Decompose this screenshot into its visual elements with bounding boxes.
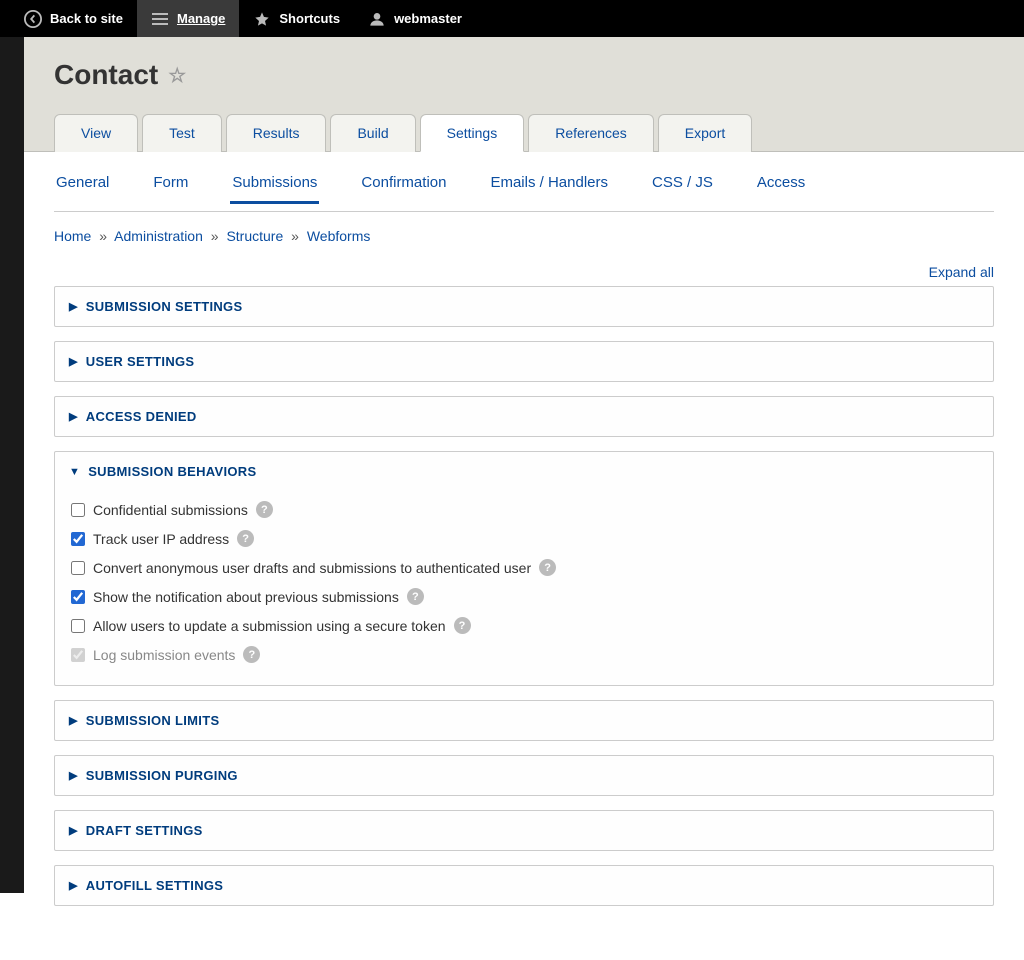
subtab-form[interactable]: Form [151, 168, 190, 203]
caret-right-icon: ▶ [69, 824, 78, 837]
caret-right-icon: ▶ [69, 300, 78, 313]
panel-user-settings: ▶ User Settings [54, 341, 994, 382]
summary-submission-behaviors[interactable]: ▼ Submission Behaviors [55, 452, 993, 491]
shortcuts-link[interactable]: Shortcuts [239, 0, 354, 37]
manage-label: Manage [177, 11, 225, 26]
admin-toolbar: Back to site Manage Shortcuts webmaster [0, 0, 1024, 37]
expand-all-link[interactable]: Expand all [929, 264, 994, 280]
checkbox-confidential-submissions[interactable] [71, 503, 85, 517]
subtab-css-js[interactable]: CSS / JS [650, 168, 715, 203]
help-icon[interactable]: ? [243, 646, 260, 663]
help-icon[interactable]: ? [539, 559, 556, 576]
panel-submission-behaviors: ▼ Submission Behaviors Confidential subm… [54, 451, 994, 686]
subtab-submissions[interactable]: Submissions [230, 168, 319, 204]
summary-submission-settings[interactable]: ▶ Submission Settings [55, 287, 993, 326]
label-show-notification: Show the notification about previous sub… [93, 589, 399, 605]
panel-submission-settings: ▶ Submission Settings [54, 286, 994, 327]
back-to-site-link[interactable]: Back to site [10, 0, 137, 37]
tab-export[interactable]: Export [658, 114, 752, 152]
checkbox-log-events [71, 648, 85, 662]
checkbox-convert-anon[interactable] [71, 561, 85, 575]
caret-right-icon: ▶ [69, 355, 78, 368]
subtab-access[interactable]: Access [755, 168, 807, 203]
page-title-text: Contact [54, 59, 158, 91]
breadcrumb-structure[interactable]: Structure [226, 228, 283, 244]
summary-submission-limits[interactable]: ▶ Submission Limits [55, 701, 993, 740]
user-link[interactable]: webmaster [354, 0, 476, 37]
user-label: webmaster [394, 11, 462, 26]
breadcrumb-sep: » [99, 228, 107, 244]
back-arrow-icon [24, 10, 42, 28]
back-to-site-label: Back to site [50, 11, 123, 26]
panel-submission-purging: ▶ Submission Purging [54, 755, 994, 796]
secondary-tabs: General Form Submissions Confirmation Em… [54, 152, 994, 212]
breadcrumb-sep: » [211, 228, 219, 244]
caret-down-icon: ▼ [69, 466, 80, 478]
row-show-notification: Show the notification about previous sub… [71, 582, 977, 611]
subtab-general[interactable]: General [54, 168, 111, 203]
page-header: Contact ☆ View Test Results Build Settin… [24, 37, 1024, 151]
label-log-events: Log submission events [93, 647, 235, 663]
row-track-ip: Track user IP address ? [71, 524, 977, 553]
row-convert-anon: Convert anonymous user drafts and submis… [71, 553, 977, 582]
submission-behaviors-body: Confidential submissions ? Track user IP… [55, 491, 993, 685]
row-log-events: Log submission events ? [71, 640, 977, 669]
panel-autofill-settings: ▶ Autofill Settings [54, 865, 994, 906]
label-allow-token: Allow users to update a submission using… [93, 618, 446, 634]
expand-all-wrap: Expand all [54, 254, 994, 286]
tab-build[interactable]: Build [330, 114, 415, 152]
row-confidential-submissions: Confidential submissions ? [71, 495, 977, 524]
content-region: General Form Submissions Confirmation Em… [24, 151, 1024, 960]
summary-autofill-settings[interactable]: ▶ Autofill Settings [55, 866, 993, 905]
left-gutter [0, 37, 24, 893]
primary-tabs: View Test Results Build Settings Referen… [54, 113, 994, 151]
help-icon[interactable]: ? [237, 530, 254, 547]
subtab-confirmation[interactable]: Confirmation [359, 168, 448, 203]
hamburger-icon [151, 10, 169, 28]
subtab-emails-handlers[interactable]: Emails / Handlers [488, 168, 610, 203]
label-convert-anon: Convert anonymous user drafts and submis… [93, 560, 531, 576]
summary-user-settings[interactable]: ▶ User Settings [55, 342, 993, 381]
caret-right-icon: ▶ [69, 769, 78, 782]
user-icon [368, 10, 386, 28]
summary-submission-purging[interactable]: ▶ Submission Purging [55, 756, 993, 795]
breadcrumb-home[interactable]: Home [54, 228, 91, 244]
caret-right-icon: ▶ [69, 410, 78, 423]
breadcrumb: Home » Administration » Structure » Webf… [54, 212, 994, 254]
help-icon[interactable]: ? [454, 617, 471, 634]
label-confidential-submissions: Confidential submissions [93, 502, 248, 518]
star-icon [253, 10, 271, 28]
breadcrumb-sep: » [291, 228, 299, 244]
help-icon[interactable]: ? [407, 588, 424, 605]
tab-test[interactable]: Test [142, 114, 222, 152]
breadcrumb-webforms[interactable]: Webforms [307, 228, 371, 244]
summary-access-denied[interactable]: ▶ Access Denied [55, 397, 993, 436]
manage-link[interactable]: Manage [137, 0, 239, 37]
panel-access-denied: ▶ Access Denied [54, 396, 994, 437]
row-allow-token: Allow users to update a submission using… [71, 611, 977, 640]
page-title: Contact ☆ [54, 59, 994, 91]
checkbox-allow-token[interactable] [71, 619, 85, 633]
favorite-star-icon[interactable]: ☆ [168, 63, 186, 88]
panel-submission-limits: ▶ Submission Limits [54, 700, 994, 741]
summary-draft-settings[interactable]: ▶ Draft Settings [55, 811, 993, 850]
checkbox-track-ip[interactable] [71, 532, 85, 546]
breadcrumb-administration[interactable]: Administration [114, 228, 203, 244]
panel-draft-settings: ▶ Draft Settings [54, 810, 994, 851]
tab-results[interactable]: Results [226, 114, 327, 152]
caret-right-icon: ▶ [69, 714, 78, 727]
label-track-ip: Track user IP address [93, 531, 229, 547]
caret-right-icon: ▶ [69, 879, 78, 892]
help-icon[interactable]: ? [256, 501, 273, 518]
checkbox-show-notification[interactable] [71, 590, 85, 604]
shortcuts-label: Shortcuts [279, 11, 340, 26]
tab-view[interactable]: View [54, 114, 138, 152]
tab-references[interactable]: References [528, 114, 654, 152]
tab-settings[interactable]: Settings [420, 114, 525, 152]
